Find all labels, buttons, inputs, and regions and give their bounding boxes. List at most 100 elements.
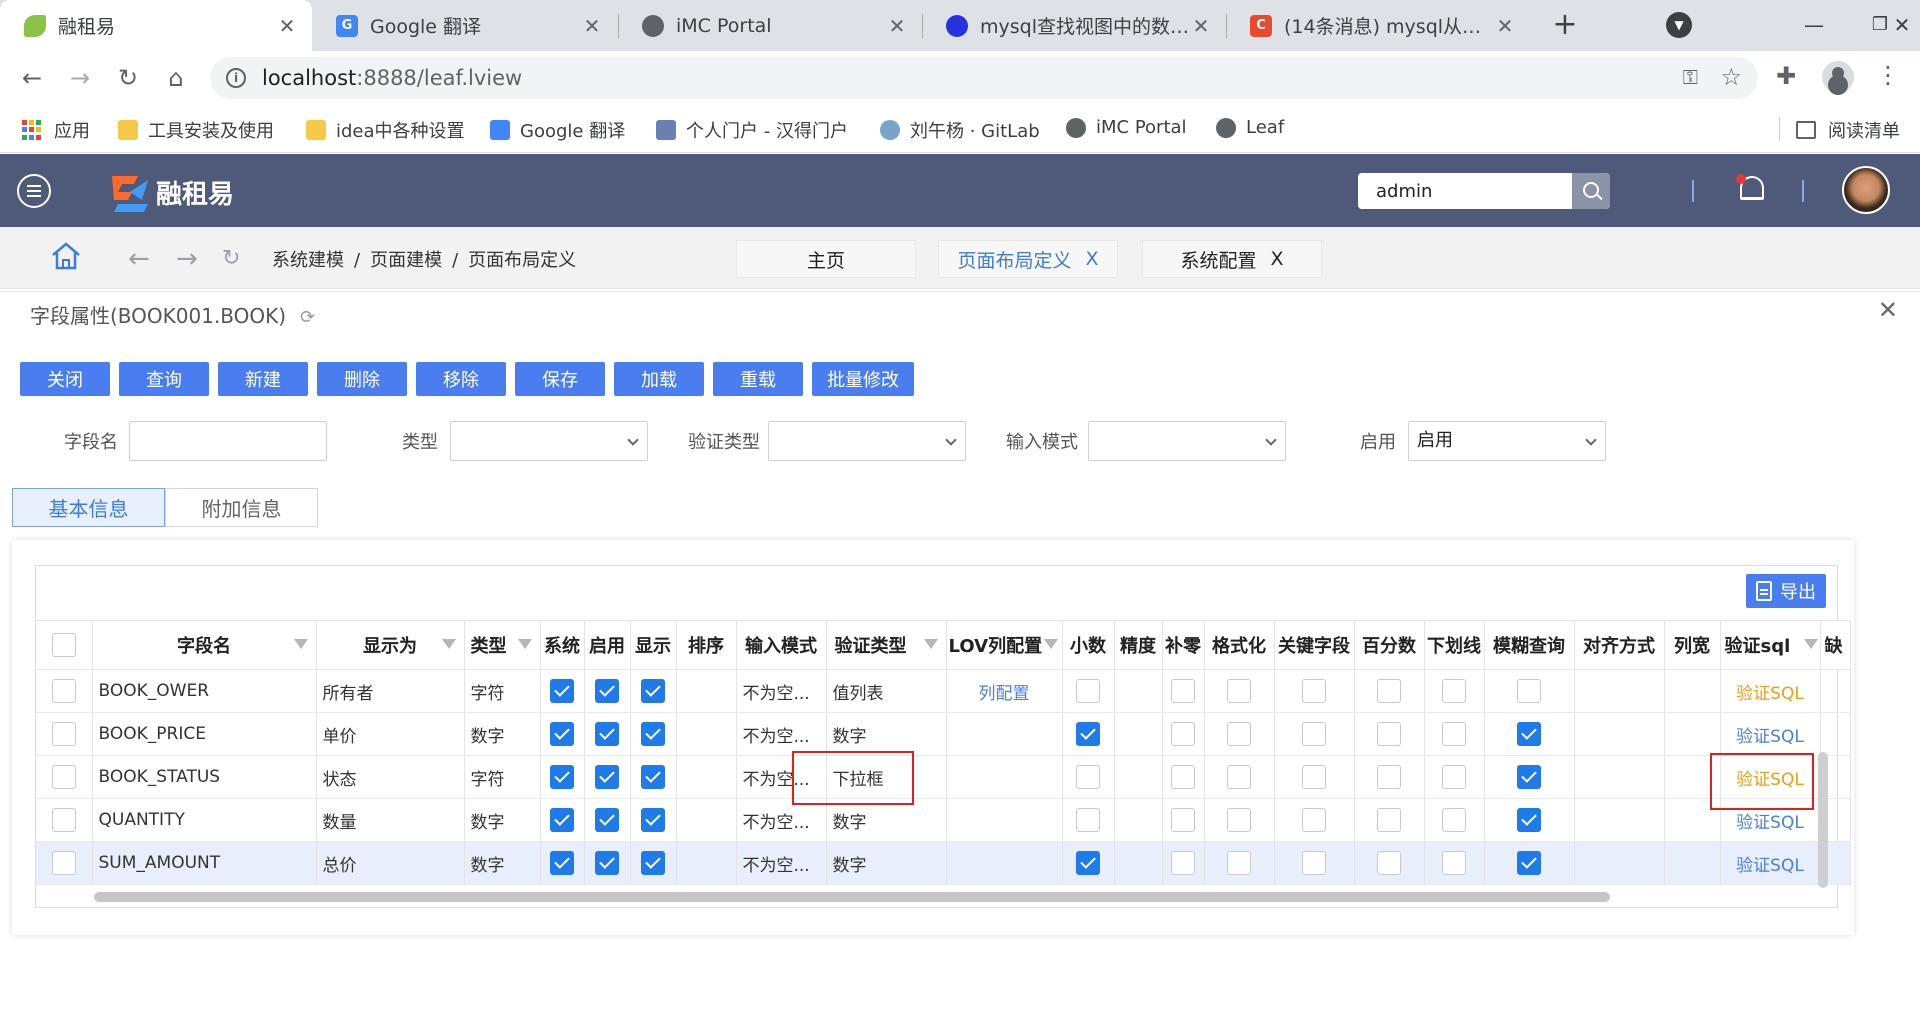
validate-sql-link[interactable]: 验证SQL	[1736, 856, 1804, 876]
shown-checkbox[interactable]	[641, 851, 665, 875]
bookmark-apps[interactable]: 应用	[22, 117, 90, 143]
bell-icon[interactable]	[1736, 172, 1766, 206]
close-tab-icon[interactable]: ✕	[276, 14, 298, 38]
column-header[interactable]: 列宽	[1664, 620, 1721, 670]
close-window-icon[interactable]: ✕	[1880, 8, 1920, 42]
input-mode-cell[interactable]: 不为空...	[736, 712, 827, 756]
delete-button[interactable]: 删除	[317, 362, 407, 396]
enabled-checkbox[interactable]	[595, 765, 619, 789]
type-cell[interactable]: 数字	[464, 712, 541, 756]
breadcrumb-item[interactable]: 系统建模	[272, 250, 344, 271]
system-checkbox[interactable]	[550, 679, 574, 703]
filter-icon[interactable]	[923, 639, 938, 649]
zero-pad-checkbox[interactable]	[1171, 808, 1195, 832]
sort-cell[interactable]	[676, 841, 737, 885]
bookmark-leaf[interactable]: Leaf	[1216, 117, 1284, 138]
column-header[interactable]: 输入模式	[736, 620, 827, 670]
address-bar[interactable]: i localhost:8888/leaf.lview ⚿ ☆	[210, 57, 1758, 99]
decimal-checkbox[interactable]	[1076, 722, 1100, 746]
system-checkbox[interactable]	[550, 722, 574, 746]
filter-icon[interactable]	[1043, 639, 1058, 649]
validation-type-cell[interactable]: 值列表	[826, 669, 947, 713]
new-tab-plus-icon[interactable]: +	[1548, 8, 1582, 42]
percent-checkbox[interactable]	[1377, 722, 1401, 746]
reload-icon[interactable]: ↻	[110, 60, 146, 96]
filter-icon[interactable]	[517, 639, 532, 649]
tab-page-layout[interactable]: 页面布局定义 X	[938, 240, 1118, 278]
column-header[interactable]: 字段名	[92, 620, 317, 670]
field-name-cell[interactable]: SUM_AMOUNT	[92, 841, 317, 885]
key-field-checkbox[interactable]	[1302, 851, 1326, 875]
align-cell[interactable]	[1574, 712, 1665, 756]
system-checkbox[interactable]	[550, 765, 574, 789]
display-name-cell[interactable]: 单价	[316, 712, 465, 756]
align-cell[interactable]	[1574, 755, 1665, 799]
sort-cell[interactable]	[676, 669, 737, 713]
bookmark-google-translate[interactable]: Google 翻译	[490, 117, 625, 143]
enabled-checkbox[interactable]	[595, 851, 619, 875]
format-checkbox[interactable]	[1227, 808, 1251, 832]
format-checkbox[interactable]	[1227, 722, 1251, 746]
back-arrow-icon[interactable]: ←	[14, 60, 50, 96]
close-tab-icon[interactable]: ✕	[1190, 14, 1212, 38]
close-tab-icon[interactable]: X	[1270, 248, 1283, 270]
column-header[interactable]: 百分数	[1354, 620, 1425, 670]
query-button[interactable]: 查询	[119, 362, 209, 396]
decimal-checkbox[interactable]	[1076, 679, 1100, 703]
fuzzy-query-checkbox[interactable]	[1517, 808, 1541, 832]
table-row[interactable]: BOOK_PRICE 单价 数字 不为空... 数字 验证SQL	[36, 712, 1851, 756]
fuzzy-query-checkbox[interactable]	[1517, 765, 1541, 789]
sort-cell[interactable]	[676, 798, 737, 842]
system-checkbox[interactable]	[550, 808, 574, 832]
save-button[interactable]: 保存	[515, 362, 605, 396]
format-checkbox[interactable]	[1227, 765, 1251, 789]
decimal-checkbox[interactable]	[1076, 851, 1100, 875]
display-name-cell[interactable]: 总价	[316, 841, 465, 885]
column-header[interactable]: 缺	[1820, 620, 1851, 670]
select-all-checkbox[interactable]	[51, 633, 76, 657]
validate-sql-link[interactable]: 验证SQL	[1736, 727, 1804, 747]
width-cell[interactable]	[1664, 712, 1721, 756]
column-header[interactable]: 小数	[1062, 620, 1115, 670]
forward-arrow-icon[interactable]: →	[176, 244, 198, 274]
align-cell[interactable]	[1574, 798, 1665, 842]
percent-checkbox[interactable]	[1377, 808, 1401, 832]
close-tab-icon[interactable]: ✕	[1494, 14, 1516, 38]
back-arrow-icon[interactable]: ←	[128, 244, 150, 274]
reading-list-button[interactable]: 阅读清单	[1796, 117, 1900, 143]
enabled-select[interactable]: 启用	[1408, 421, 1606, 461]
refresh-icon[interactable]: ⟳	[300, 307, 315, 328]
row-select-checkbox[interactable]	[51, 765, 76, 789]
remove-button[interactable]: 移除	[416, 362, 506, 396]
user-search-box[interactable]	[1358, 173, 1610, 209]
browser-tab-google-translate[interactable]: G Google 翻译 ✕	[312, 0, 617, 51]
align-cell[interactable]	[1574, 841, 1665, 885]
column-header[interactable]: 下划线	[1424, 620, 1485, 670]
bookmark-imc-portal[interactable]: iMC Portal	[1066, 117, 1187, 138]
sort-cell[interactable]	[676, 712, 737, 756]
export-button[interactable]: 导出	[1746, 574, 1826, 608]
field-name-cell[interactable]: BOOK_OWER	[92, 669, 317, 713]
browser-tab-rongzuyi[interactable]: 融租易 ✕	[0, 0, 312, 51]
validation-type-select[interactable]	[768, 421, 966, 461]
bookmark-hand-portal[interactable]: 个人门户 - 汉得门户	[656, 117, 848, 143]
bookmark-gitlab[interactable]: 刘午杨 · GitLab	[880, 117, 1040, 143]
validation-type-cell[interactable]: 数字	[826, 841, 947, 885]
table-row[interactable]: BOOK_OWER 所有者 字符 不为空... 值列表 列配置 验证SQL	[36, 669, 1851, 713]
close-tab-icon[interactable]: ✕	[886, 14, 908, 38]
table-row[interactable]: QUANTITY 数量 数字 不为空... 数字 验证SQL	[36, 798, 1851, 842]
decimal-checkbox[interactable]	[1076, 765, 1100, 789]
validate-sql-link[interactable]: 验证SQL	[1736, 813, 1804, 833]
browser-tab-mysql-1[interactable]: mysql查找视图中的数据_ ✕	[922, 0, 1226, 51]
zero-pad-checkbox[interactable]	[1171, 851, 1195, 875]
precision-cell[interactable]	[1114, 669, 1163, 713]
enabled-checkbox[interactable]	[595, 679, 619, 703]
type-cell[interactable]: 数字	[464, 841, 541, 885]
zero-pad-checkbox[interactable]	[1171, 679, 1195, 703]
system-checkbox[interactable]	[550, 851, 574, 875]
field-name-cell[interactable]: BOOK_STATUS	[92, 755, 317, 799]
input-mode-cell[interactable]: 不为空...	[736, 669, 827, 713]
reload-button[interactable]: 重载	[713, 362, 803, 396]
tab-basic-info[interactable]: 基本信息	[12, 488, 165, 527]
row-select-checkbox[interactable]	[51, 722, 76, 746]
